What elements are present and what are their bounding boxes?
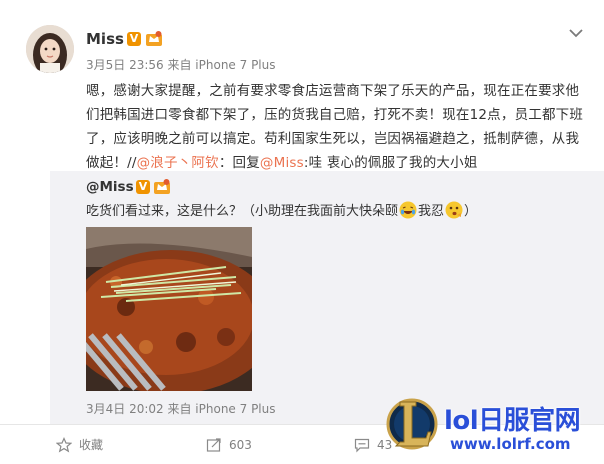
avatar[interactable] xyxy=(26,25,74,73)
member-crown-icon[interactable] xyxy=(146,31,162,46)
watermark: lol日服官网 www.lolrf.com xyxy=(386,396,604,463)
repost-icon xyxy=(206,437,221,452)
repost-username[interactable]: @Miss xyxy=(86,179,134,195)
favorite-label: 收藏 xyxy=(79,438,104,452)
post-username[interactable]: Miss xyxy=(86,30,124,48)
post-text-tail: :哇 衷心的佩服了我的大小姐 xyxy=(303,155,478,171)
laughing-emoji-icon xyxy=(399,201,417,219)
comment-icon xyxy=(354,438,370,452)
repost-text-mid: 我忍 xyxy=(418,204,445,219)
repost-meta: 3月4日 20:02 来自 iPhone 7 Plus xyxy=(86,402,276,416)
reply-prefix: ：回复 xyxy=(218,155,260,171)
league-logo-icon xyxy=(386,396,438,453)
repost-text-after: ） xyxy=(464,204,478,219)
mention-link[interactable]: @浪子丶阿钦 xyxy=(137,155,219,171)
verified-v-icon: V xyxy=(136,180,150,194)
star-icon xyxy=(56,436,72,452)
member-crown-icon[interactable] xyxy=(154,179,170,194)
mention-link[interactable]: @Miss xyxy=(260,155,304,171)
repost-count: 603 xyxy=(229,437,252,452)
repost-text: 吃货们看过来，这是什么？（小助理在我面前大快朵颐 我忍 ） xyxy=(86,200,477,219)
chevron-down-icon[interactable] xyxy=(568,24,584,38)
favorite-button[interactable]: 收藏 xyxy=(56,425,103,464)
weibo-post: Miss V 3月5日 23:56 来自 iPhone 7 Plus 嗯，感谢大… xyxy=(0,0,604,464)
thinking-emoji-icon xyxy=(445,201,463,219)
watermark-title: lol日服官网 xyxy=(444,406,581,436)
post-meta: 3月5日 23:56 来自 iPhone 7 Plus xyxy=(86,58,276,72)
watermark-url: www.lolrf.com xyxy=(450,435,571,453)
post-content: 嗯，感谢大家提醒，之前有要求零食店运营商下架了乐天的产品，现在正在要求他们把韩国… xyxy=(86,79,591,175)
food-photo[interactable] xyxy=(86,227,252,391)
repost-box: @Miss V 吃货们看过来，这是什么？（小助理在我面前大快朵颐 我忍 ） 3月4… xyxy=(50,171,604,424)
repost-button[interactable]: 603 xyxy=(206,425,252,464)
verified-v-icon: V xyxy=(127,32,141,46)
repost-text-before: 吃货们看过来，这是什么？（小助理在我面前大快朵颐 xyxy=(86,204,399,219)
